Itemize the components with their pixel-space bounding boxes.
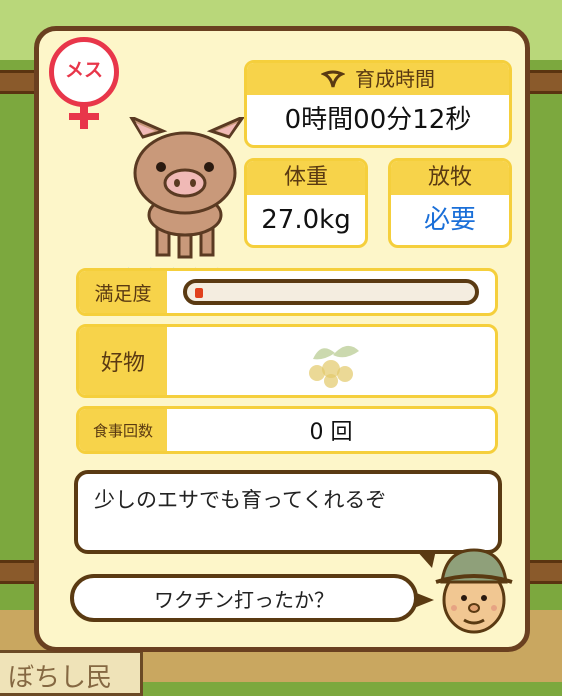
background-sign: ぼちし民 [0, 650, 143, 696]
grazing-label: 放牧 [391, 161, 509, 195]
satisfaction-gauge [183, 279, 479, 305]
whistle-icon [320, 70, 346, 88]
favorite-food-label: 好物 [79, 327, 167, 395]
meal-count-row: 食事回数 0 回 [76, 406, 498, 454]
female-symbol-bar [69, 113, 99, 120]
growth-time-label: 育成時間 [355, 67, 435, 91]
hint-speech-bubble: 少しのエサでも育ってくれるぞ [74, 470, 502, 568]
pig-portrait [129, 117, 245, 259]
weight-label: 体重 [247, 161, 365, 195]
hint-text: 少しのエサでも育ってくれるぞ [94, 488, 387, 512]
farmer-icon [435, 548, 513, 634]
gender-label: メス [64, 59, 103, 81]
satisfaction-gauge-fill [195, 288, 203, 298]
satisfaction-row: 満足度 [76, 268, 498, 316]
grazing-box: 放牧 必要 [388, 158, 512, 248]
speech-bubble-tail [414, 592, 434, 608]
weight-value: 27.0kg [261, 205, 351, 235]
meal-count-value: 0 回 [309, 420, 353, 445]
soybean-icon [309, 345, 359, 388]
favorite-food-row: 好物 [76, 324, 498, 398]
speech-bubble-tail [416, 550, 436, 568]
grazing-value: 必要 [423, 205, 476, 235]
background-sign-text: ぼちし民 [8, 663, 113, 693]
female-badge: メス [45, 33, 129, 129]
weight-box: 体重 27.0kg [244, 158, 368, 248]
growth-time-value: 0時間00分12秒 [284, 105, 472, 135]
meal-count-label: 食事回数 [79, 409, 167, 451]
satisfaction-label: 満足度 [79, 271, 167, 313]
growth-time-box: 育成時間 0時間00分12秒 [244, 60, 512, 148]
vaccine-question-text: ワクチン打ったか？ [154, 587, 334, 612]
vaccine-question-bubble[interactable]: ワクチン打ったか？ [70, 574, 434, 622]
growth-time-header: 育成時間 [247, 63, 509, 95]
